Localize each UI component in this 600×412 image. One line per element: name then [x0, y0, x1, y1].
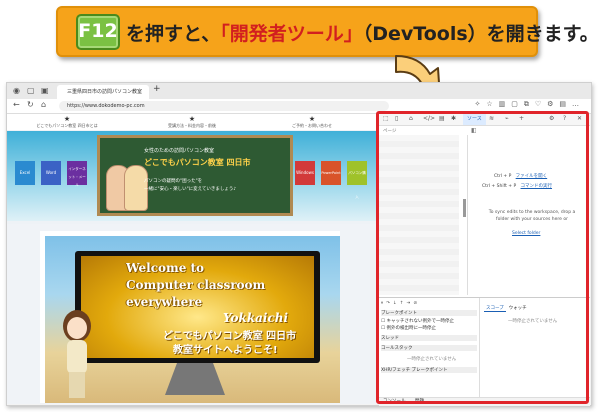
hero-banner: Excel Word インターネット・メール Windows PowerPoin… [7, 131, 378, 221]
tv-screen: Welcome to Computer classroom everywhere… [81, 256, 314, 358]
internet-button[interactable]: インターネット・メール [67, 161, 87, 187]
word-button[interactable]: Word [41, 161, 61, 185]
tv-stand [165, 363, 225, 395]
excel-button[interactable]: Excel [15, 161, 35, 185]
star-icon: ★ [63, 115, 71, 123]
windows-button[interactable]: Windows [295, 161, 315, 185]
chalkboard: 女性のための訪問パソコン教室 どこでもパソコン教室 四日市 パソコンの疑問の"困… [97, 135, 293, 216]
welcome-jp-line2: 教室サイトへようこそ! [173, 345, 278, 356]
web-page: ★ どこでもパソコン教室 四日市とは ★ 受講方法・料金内容・前後 ★ ご予約・… [7, 114, 378, 404]
refresh-icon[interactable]: ↻ [27, 100, 34, 109]
nav-item-label: 受講方法・料金内容・前後 [168, 123, 216, 128]
callout-highlight: 「開発者ツール」 [220, 23, 363, 45]
main-content: Welcome to Computer classroom everywhere… [7, 224, 378, 404]
nav-item-contact[interactable]: ★ ご予約・お問い合わせ [272, 115, 352, 129]
board-line2: どこでもパソコン教室 四日市 [144, 158, 251, 167]
board-line3: パソコンの疑問の"困った"を [144, 179, 203, 184]
nav-item-course[interactable]: ★ 受講方法・料金内容・前後 [152, 115, 232, 129]
welcome-city: Yokkaichi [223, 311, 289, 325]
tab-title: 三重県四日市の訪問パソコン教室 [67, 89, 143, 95]
beach-background: Welcome to Computer classroom everywhere… [45, 236, 340, 403]
board-line4: 一緒に"安心・楽しい"に変えていきましょう♪ [144, 187, 237, 192]
toolbar-icons[interactable]: ✧☆▥▢⧉♡⚙▤… [474, 100, 585, 109]
pc-purchase-button[interactable]: パソコン購入 [347, 161, 367, 199]
nav-item-label: どこでもパソコン教室 四日市とは [36, 123, 98, 128]
nav-item-label: ご予約・お問い合わせ [292, 123, 332, 128]
back-icon[interactable]: ← [13, 100, 20, 109]
new-tab-button[interactable]: + [153, 84, 161, 94]
welcome-text: Welcome to Computer classroom everywhere [126, 261, 266, 309]
nav-item-about[interactable]: ★ どこでもパソコン教室 四日市とは [27, 115, 107, 129]
tab-bar: ◉ ▢ ▣ 三重県四日市の訪問パソコン教室 + [7, 83, 591, 99]
home-icon[interactable]: ⌂ [41, 100, 46, 109]
url-input[interactable]: https://www.dokodemo-pc.com [59, 101, 389, 111]
devtools-highlight-frame [376, 111, 589, 404]
profile-icon[interactable]: ◉ [13, 86, 20, 96]
instruction-callout: F12 を押すと、「開発者ツール」（DevTools）を開きます。 [56, 6, 599, 57]
board-line1: 女性のための訪問パソコン教室 [144, 148, 215, 154]
callout-text-2: （DevTools）を開きます。 [362, 23, 599, 45]
site-nav: ★ どこでもパソコン教室 四日市とは ★ 受講方法・料金内容・前後 ★ ご予約・… [7, 114, 378, 130]
tv-monitor: Welcome to Computer classroom everywhere… [75, 251, 320, 363]
star-icon: ★ [308, 115, 316, 123]
powerpoint-button[interactable]: PowerPoint [321, 161, 341, 185]
girl-illustration [63, 310, 91, 398]
star-icon: ★ [188, 115, 196, 123]
callout-text-1: を押すと、 [126, 23, 221, 45]
workspaces-icon[interactable]: ▢ [27, 86, 35, 96]
f12-key-badge: F12 [76, 14, 120, 50]
tab-actions-icon[interactable]: ▣ [41, 86, 49, 96]
welcome-panel: Welcome to Computer classroom everywhere… [40, 231, 340, 403]
welcome-jp-line1: どこでもパソコン教室 四日市 [163, 331, 297, 342]
browser-tab[interactable]: 三重県四日市の訪問パソコン教室 [57, 85, 149, 99]
callout-text: を押すと、「開発者ツール」（DevTools）を開きます。 [126, 19, 599, 46]
